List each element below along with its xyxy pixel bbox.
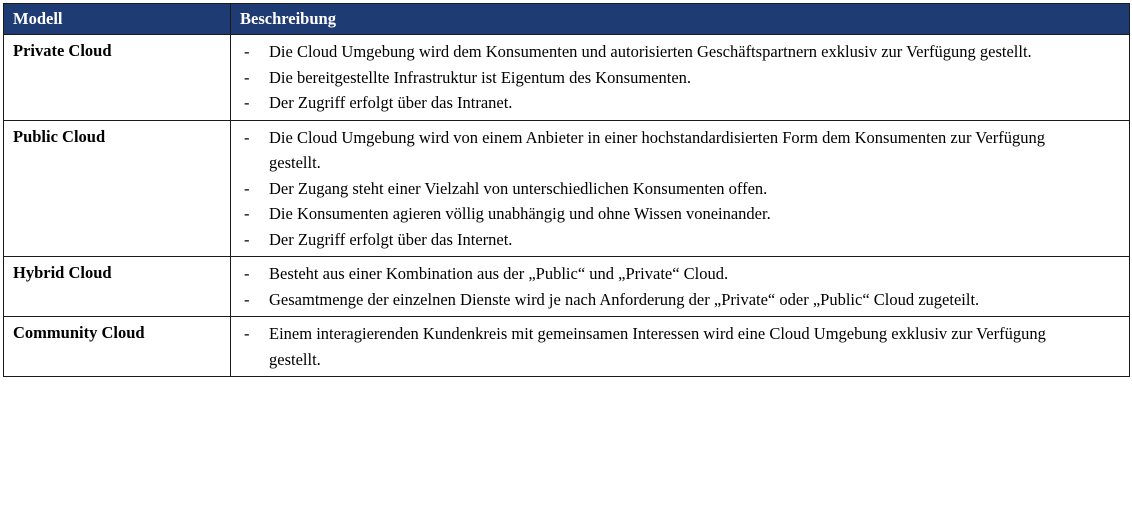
bullet-dash: - <box>244 127 250 147</box>
list-item-text: Der Zugriff erfolgt über das Intranet. <box>269 93 513 112</box>
description-cell: - Besteht aus einer Kombination aus der „… <box>230 256 1130 317</box>
list-item-text: Der Zugang steht einer Vielzahl von unte… <box>269 178 768 198</box>
description-cell: - Einem interagierenden Kundenkreis mit g… <box>230 316 1130 377</box>
description-list: - Die Cloud Umgebung wird dem Konsumenten… <box>244 39 1099 116</box>
list-item: - Einem interagierenden Kundenkreis mit g… <box>244 321 1099 372</box>
bullet-dash: - <box>244 93 250 112</box>
description-list: - Besteht aus einer Kombination aus der „… <box>244 261 1099 312</box>
list-item-text: Gesamtmenge der einzelnen Dienste wird j… <box>269 289 980 309</box>
list-item: - Die Konsumenten agieren völlig unabhäng… <box>244 201 1099 227</box>
bullet-dash: - <box>244 289 250 309</box>
list-item: - Gesamtmenge der einzelnen Dienste wird … <box>244 287 1099 313</box>
header-description: Beschreibung <box>230 3 1130 35</box>
list-item: - Besteht aus einer Kombination aus der „… <box>244 261 1099 287</box>
list-item: - Der Zugang steht einer Vielzahl von unt… <box>244 176 1099 202</box>
table-row: Public Cloud - Die Cloud Umgebung wird vo… <box>3 119 1130 257</box>
list-item: - Der Zugriff erfolgt über das Internet. <box>244 227 1099 253</box>
list-item-text: Die bereitgestellte Infrastruktur ist Ei… <box>269 67 692 87</box>
list-item-text: Einem interagierenden Kundenkreis mit ge… <box>269 324 1046 369</box>
list-item-text: Die Konsumenten agieren völlig unabhängi… <box>269 204 771 223</box>
list-item: - Die Cloud Umgebung wird von einem Anbie… <box>244 125 1099 176</box>
bullet-dash: - <box>244 67 250 87</box>
bullet-dash: - <box>244 204 250 223</box>
table-body: Private Cloud - Die Cloud Umgebung wird d… <box>3 34 1130 377</box>
bullet-dash: - <box>244 178 250 198</box>
list-item: - Die bereitgestellte Infrastruktur ist E… <box>244 65 1099 91</box>
model-cell: Private Cloud <box>3 34 231 121</box>
description-cell: - Die Cloud Umgebung wird dem Konsumenten… <box>230 34 1130 121</box>
model-cell: Community Cloud <box>3 316 231 377</box>
description-list: - Die Cloud Umgebung wird von einem Anbie… <box>244 125 1099 253</box>
table-row: Hybrid Cloud - Besteht aus einer Kombinat… <box>3 256 1130 317</box>
list-item: - Der Zugriff erfolgt über das Intranet. <box>244 90 1099 116</box>
table-row: Community Cloud - Einem interagierenden K… <box>3 316 1130 377</box>
bullet-dash: - <box>244 264 250 283</box>
list-item: - Die Cloud Umgebung wird dem Konsumenten… <box>244 39 1099 65</box>
cloud-models-table: Modell Beschreibung Private Cloud - Die C… <box>3 3 1130 377</box>
description-cell: - Die Cloud Umgebung wird von einem Anbie… <box>230 119 1130 257</box>
model-cell: Hybrid Cloud <box>3 256 231 317</box>
header-model: Modell <box>3 3 231 35</box>
list-item-text: Besteht aus einer Kombination aus der „P… <box>269 264 729 283</box>
table-header: Modell Beschreibung <box>3 3 1130 35</box>
bullet-dash: - <box>244 229 250 249</box>
description-list: - Einem interagierenden Kundenkreis mit g… <box>244 321 1099 372</box>
bullet-dash: - <box>244 42 250 61</box>
list-item-text: Die Cloud Umgebung wird von einem Anbiet… <box>269 127 1045 173</box>
bullet-dash: - <box>244 324 250 343</box>
list-item-text: Die Cloud Umgebung wird dem Konsumenten … <box>269 42 1032 61</box>
model-cell: Public Cloud <box>3 119 231 257</box>
header-row: Modell Beschreibung <box>3 3 1130 35</box>
table-row: Private Cloud - Die Cloud Umgebung wird d… <box>3 34 1130 121</box>
list-item-text: Der Zugriff erfolgt über das Internet. <box>269 229 513 249</box>
